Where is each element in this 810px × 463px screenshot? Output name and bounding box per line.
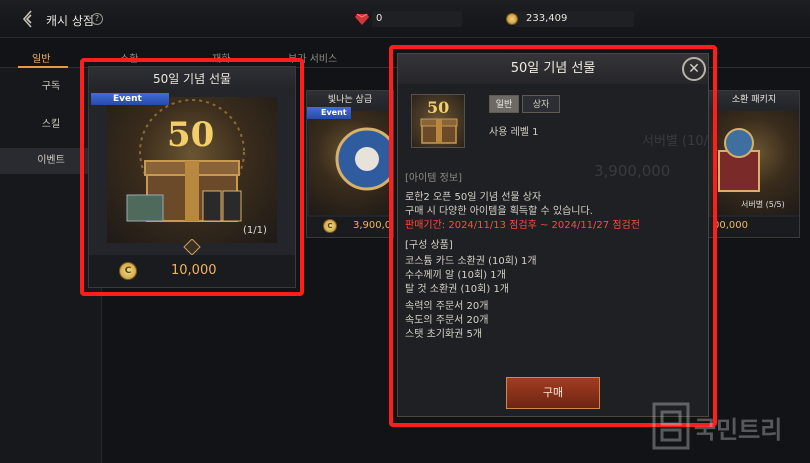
ruby-icon — [355, 13, 369, 25]
top-bar: 캐시 상점 ? 0 233,409 — [0, 0, 810, 38]
event-badge: Event — [307, 107, 351, 119]
price: 3,900,0 — [353, 220, 392, 231]
coin-value: 233,409 — [526, 13, 568, 24]
product-card-summon-package[interactable]: 소환 패키지 서버별 (5/5) 00,000 — [708, 90, 800, 238]
watermark: 국민트리 — [652, 402, 802, 452]
price: 00,000 — [713, 220, 748, 231]
tab-general[interactable]: 일반 — [32, 50, 50, 65]
server-limit: 서버별 (5/5) — [741, 200, 785, 209]
page-title: 캐시 상점 — [46, 14, 94, 28]
coin-icon — [506, 13, 518, 25]
product-card-shining[interactable]: 빛나는 상급 Event C 3,900,0 — [306, 90, 394, 238]
coin-icon: C — [323, 219, 337, 233]
back-arrow-icon[interactable] — [22, 10, 40, 28]
ruby-value: 0 — [376, 13, 383, 24]
highlight-frame-popup — [389, 45, 717, 427]
card-title: 소환 패키지 — [709, 91, 799, 109]
price-bar: 00,000 — [709, 217, 799, 237]
watermark-text: 국민트리 — [694, 416, 783, 444]
ruby-balance: 0 — [372, 11, 462, 27]
watermark-logo-icon — [652, 402, 690, 450]
product-image: 서버별 (5/5) — [711, 111, 799, 215]
help-icon[interactable]: ? — [91, 13, 103, 25]
orb-icon — [335, 127, 393, 191]
coin-balance: 233,409 — [514, 11, 634, 27]
price-bar: C 3,900,0 — [307, 217, 393, 237]
product-image — [309, 111, 393, 215]
highlight-frame-card — [80, 58, 304, 296]
